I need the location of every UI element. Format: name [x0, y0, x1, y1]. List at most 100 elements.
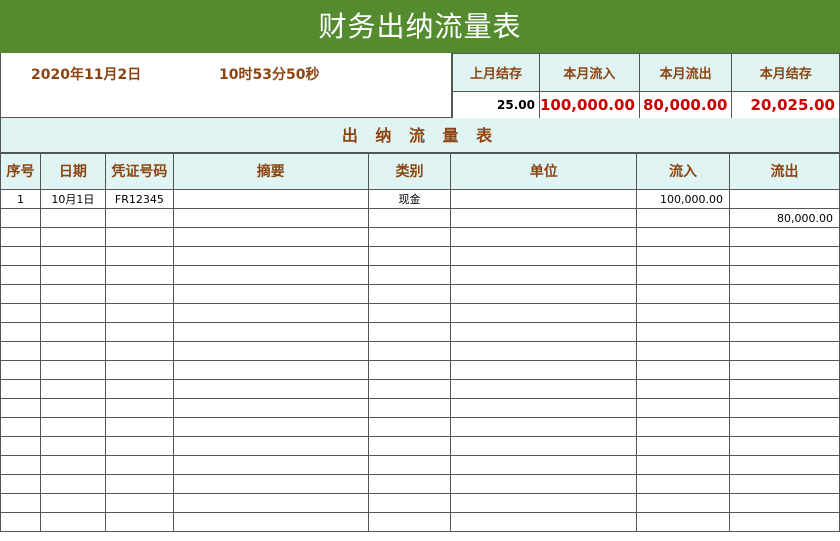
col-header-date[interactable]: 日期 — [39, 153, 106, 190]
cell-date[interactable] — [39, 341, 106, 361]
cell-summary[interactable] — [172, 246, 369, 266]
cell-category[interactable] — [367, 379, 452, 399]
cell-date[interactable] — [39, 265, 106, 285]
cell-unit[interactable] — [450, 379, 638, 399]
cell-summary[interactable] — [172, 512, 369, 532]
cell-unit[interactable] — [450, 493, 638, 513]
col-header-unit[interactable]: 单位 — [450, 153, 638, 190]
cell-summary[interactable] — [172, 303, 369, 323]
col-header-outflow[interactable]: 流出 — [729, 153, 840, 190]
prev-balance-label[interactable]: 上月结存 — [452, 53, 540, 92]
cell-date[interactable] — [39, 284, 106, 304]
cell-outflow[interactable] — [729, 512, 840, 532]
cell-voucher[interactable] — [104, 303, 174, 323]
cell-index[interactable] — [0, 208, 41, 228]
cell-outflow[interactable] — [729, 398, 840, 418]
cell-outflow[interactable] — [729, 360, 840, 380]
cell-summary[interactable] — [172, 398, 369, 418]
month-outflow-value[interactable]: 80,000.00 — [638, 91, 733, 119]
cell-unit[interactable] — [450, 322, 638, 342]
cell-outflow[interactable] — [729, 493, 840, 513]
cell-unit[interactable] — [450, 246, 638, 266]
cell-index[interactable] — [0, 417, 41, 437]
cell-category[interactable] — [367, 512, 452, 532]
cell-inflow[interactable] — [636, 379, 731, 399]
cell-inflow[interactable] — [636, 436, 731, 456]
cell-inflow[interactable] — [636, 303, 731, 323]
cell-date[interactable]: 10月1日 — [39, 189, 106, 209]
month-inflow-value[interactable]: 100,000.00 — [538, 91, 640, 119]
cell-date[interactable] — [39, 360, 106, 380]
cell-index[interactable] — [0, 493, 41, 513]
cell-category[interactable] — [367, 284, 452, 304]
cell-date[interactable] — [39, 436, 106, 456]
col-header-inflow[interactable]: 流入 — [636, 153, 731, 190]
cell-outflow[interactable] — [729, 189, 840, 209]
col-header-voucher[interactable]: 凭证号码 — [104, 153, 174, 190]
cell-voucher[interactable] — [104, 455, 174, 475]
cell-inflow[interactable] — [636, 208, 731, 228]
cell-date[interactable] — [39, 455, 106, 475]
cell-date[interactable] — [39, 303, 106, 323]
cell-inflow[interactable] — [636, 227, 731, 247]
cell-unit[interactable] — [450, 284, 638, 304]
cell-voucher[interactable] — [104, 246, 174, 266]
cell-category[interactable] — [367, 208, 452, 228]
cell-unit[interactable] — [450, 265, 638, 285]
cell-category[interactable] — [367, 303, 452, 323]
prev-balance-value[interactable]: 25.00 — [452, 91, 540, 119]
cell-outflow[interactable] — [729, 379, 840, 399]
cell-outflow[interactable] — [729, 303, 840, 323]
cell-date[interactable] — [39, 246, 106, 266]
cell-voucher[interactable] — [104, 493, 174, 513]
cell-outflow[interactable] — [729, 246, 840, 266]
cell-summary[interactable] — [172, 189, 369, 209]
cell-index[interactable] — [0, 360, 41, 380]
cell-category[interactable] — [367, 493, 452, 513]
cell-inflow[interactable] — [636, 341, 731, 361]
cell-unit[interactable] — [450, 474, 638, 494]
cell-voucher[interactable] — [104, 227, 174, 247]
cell-inflow[interactable] — [636, 265, 731, 285]
cell-summary[interactable] — [172, 208, 369, 228]
cell-outflow[interactable] — [729, 227, 840, 247]
cell-unit[interactable] — [450, 341, 638, 361]
cell-index[interactable] — [0, 322, 41, 342]
cell-unit[interactable] — [450, 227, 638, 247]
cell-outflow[interactable] — [729, 436, 840, 456]
cell-voucher[interactable] — [104, 417, 174, 437]
cell-inflow[interactable] — [636, 322, 731, 342]
cell-category[interactable] — [367, 227, 452, 247]
cell-inflow[interactable] — [636, 474, 731, 494]
cell-summary[interactable] — [172, 417, 369, 437]
cell-outflow[interactable]: 80,000.00 — [729, 208, 840, 228]
cell-voucher[interactable] — [104, 398, 174, 418]
cell-date[interactable] — [39, 208, 106, 228]
cell-summary[interactable] — [172, 436, 369, 456]
cell-index[interactable] — [0, 512, 41, 532]
cell-unit[interactable] — [450, 398, 638, 418]
cell-date[interactable] — [39, 493, 106, 513]
cell-summary[interactable] — [172, 227, 369, 247]
cell-outflow[interactable] — [729, 417, 840, 437]
cell-index[interactable] — [0, 227, 41, 247]
cell-index[interactable] — [0, 284, 41, 304]
cell-category[interactable] — [367, 474, 452, 494]
cell-inflow[interactable] — [636, 246, 731, 266]
cell-outflow[interactable] — [729, 474, 840, 494]
cell-summary[interactable] — [172, 379, 369, 399]
cell-voucher[interactable] — [104, 322, 174, 342]
cell-category[interactable]: 现金 — [367, 189, 452, 209]
cell-voucher[interactable] — [104, 512, 174, 532]
cell-index[interactable] — [0, 246, 41, 266]
cell-date[interactable] — [39, 512, 106, 532]
cell-unit[interactable] — [450, 303, 638, 323]
cell-voucher[interactable] — [104, 341, 174, 361]
cell-date[interactable] — [39, 474, 106, 494]
col-header-summary[interactable]: 摘要 — [172, 153, 369, 190]
cell-date[interactable] — [39, 417, 106, 437]
cell-index[interactable] — [0, 398, 41, 418]
cell-category[interactable] — [367, 360, 452, 380]
cell-outflow[interactable] — [729, 455, 840, 475]
cell-summary[interactable] — [172, 341, 369, 361]
